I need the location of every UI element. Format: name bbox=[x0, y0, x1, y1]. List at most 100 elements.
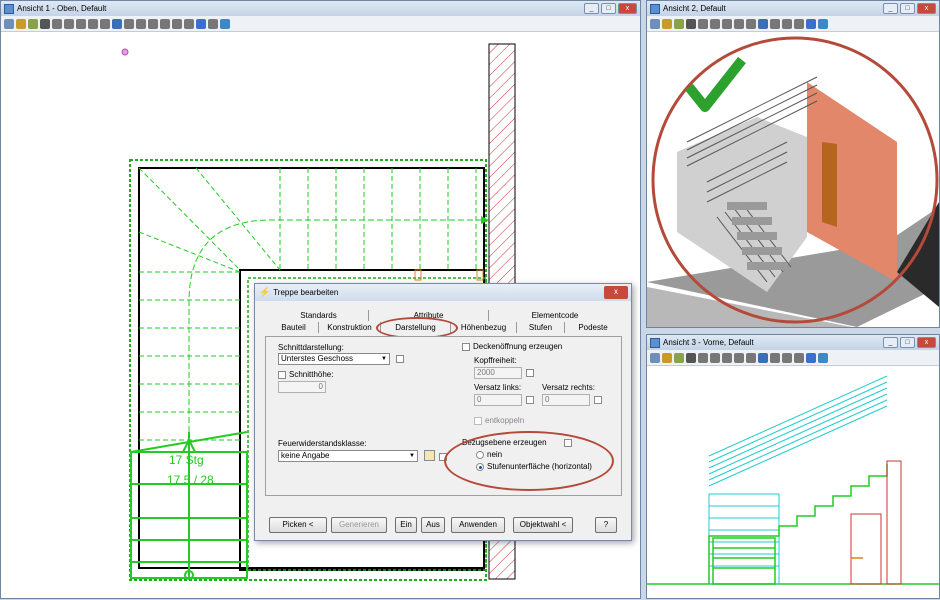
view-type-icon[interactable] bbox=[650, 18, 660, 29]
layer-icon[interactable] bbox=[806, 18, 816, 29]
layer-icon[interactable] bbox=[806, 352, 816, 363]
treppe-dialog: ⚡ Treppe bearbeiten x Standards Attribut… bbox=[254, 283, 632, 541]
hand-icon[interactable] bbox=[770, 18, 780, 29]
person-icon[interactable] bbox=[686, 352, 696, 363]
close-button[interactable]: x bbox=[618, 3, 637, 14]
schnitthoehe-checkbox[interactable] bbox=[278, 371, 286, 379]
zoom-in-icon[interactable] bbox=[698, 18, 708, 29]
close-button[interactable]: x bbox=[917, 337, 936, 348]
pan-icon[interactable] bbox=[746, 18, 756, 29]
versatz-links-lock-checkbox[interactable] bbox=[526, 396, 534, 404]
foot-icon[interactable] bbox=[782, 352, 792, 363]
tab-hoehenbezug[interactable]: Höhenbezug bbox=[451, 322, 517, 333]
brush-icon[interactable] bbox=[208, 18, 218, 29]
view2-titlebar[interactable]: Ansicht 2, Default _ □ x bbox=[647, 1, 939, 16]
orbit-icon[interactable] bbox=[758, 352, 768, 363]
render-icon[interactable] bbox=[16, 18, 26, 29]
settings-icon[interactable] bbox=[28, 18, 38, 29]
aus-button[interactable]: Aus bbox=[421, 517, 445, 533]
deckenoeffnung-checkbox[interactable] bbox=[462, 343, 470, 351]
view3-canvas[interactable] bbox=[647, 366, 939, 598]
dialog-close-button[interactable]: x bbox=[604, 286, 628, 299]
maximize-button[interactable]: □ bbox=[601, 3, 616, 14]
view-icon bbox=[650, 337, 660, 348]
print-icon[interactable] bbox=[172, 18, 182, 29]
zoom-in-icon[interactable] bbox=[698, 352, 708, 363]
zoom-out-icon[interactable] bbox=[710, 18, 720, 29]
orbit-icon[interactable] bbox=[112, 18, 122, 29]
schnittdarstellung-select[interactable]: Unterstes Geschoss ▼ bbox=[278, 353, 390, 365]
hand-icon[interactable] bbox=[770, 352, 780, 363]
tab-bauteil[interactable]: Bauteil bbox=[269, 322, 319, 333]
camera-icon[interactable] bbox=[794, 18, 804, 29]
view2-canvas[interactable] bbox=[647, 32, 939, 327]
kopffreiheit-input[interactable]: 2000 bbox=[474, 367, 522, 379]
orbit-icon[interactable] bbox=[758, 18, 768, 29]
zoom-window-icon[interactable] bbox=[722, 18, 732, 29]
anwenden-button[interactable]: Anwenden bbox=[451, 517, 505, 533]
section-icon[interactable] bbox=[160, 18, 170, 29]
hand-icon[interactable] bbox=[124, 18, 134, 29]
zoom-window-icon[interactable] bbox=[76, 18, 86, 29]
picken-button[interactable]: Picken < bbox=[269, 517, 327, 533]
filter-icon[interactable] bbox=[184, 18, 194, 29]
zoom-fit-icon[interactable] bbox=[734, 18, 744, 29]
zoom-fit-icon[interactable] bbox=[734, 352, 744, 363]
objektwahl-button[interactable]: Objektwahl < bbox=[513, 517, 573, 533]
schnitthoehe-input[interactable]: 0 bbox=[278, 381, 326, 393]
stair-icon: ⚡ bbox=[259, 287, 271, 297]
minimize-button[interactable]: _ bbox=[584, 3, 599, 14]
zoom-out-icon[interactable] bbox=[710, 352, 720, 363]
zoom-window-icon[interactable] bbox=[722, 352, 732, 363]
info-icon[interactable] bbox=[220, 18, 230, 29]
minimize-button[interactable]: _ bbox=[883, 337, 898, 348]
minimize-button[interactable]: _ bbox=[883, 3, 898, 14]
view-type-icon[interactable] bbox=[650, 352, 660, 363]
tab-konstruktion[interactable]: Konstruktion bbox=[319, 322, 381, 333]
tab-stufen[interactable]: Stufen bbox=[517, 322, 565, 333]
tab-podeste[interactable]: Podeste bbox=[565, 322, 621, 333]
step-dimension-text: 17,5 / 28 bbox=[167, 473, 214, 487]
zoom-in-icon[interactable] bbox=[52, 18, 62, 29]
entkoppeln-checkbox[interactable] bbox=[474, 417, 482, 425]
layer-icon[interactable] bbox=[196, 18, 206, 29]
person-icon[interactable] bbox=[686, 18, 696, 29]
pan-icon[interactable] bbox=[746, 352, 756, 363]
settings-icon[interactable] bbox=[674, 18, 684, 29]
info-icon[interactable] bbox=[818, 352, 828, 363]
tab-standards[interactable]: Standards bbox=[269, 310, 369, 321]
render-icon[interactable] bbox=[662, 18, 672, 29]
feuerwiderstand-select[interactable]: keine Angabe ▼ bbox=[278, 450, 418, 462]
render-icon[interactable] bbox=[662, 352, 672, 363]
help-button[interactable]: ? bbox=[595, 517, 617, 533]
foot-icon[interactable] bbox=[782, 18, 792, 29]
zoom-fit-icon[interactable] bbox=[88, 18, 98, 29]
maximize-button[interactable]: □ bbox=[900, 337, 915, 348]
versatz-links-input[interactable]: 0 bbox=[474, 394, 522, 406]
person-icon[interactable] bbox=[40, 18, 50, 29]
edit-pencil-icon[interactable] bbox=[424, 450, 435, 461]
view1-titlebar[interactable]: Ansicht 1 - Oben, Default _ □ x bbox=[1, 1, 640, 16]
kopffreiheit-lock-checkbox[interactable] bbox=[526, 369, 534, 377]
camera-icon[interactable] bbox=[794, 352, 804, 363]
versatz-rechts-input[interactable]: 0 bbox=[542, 394, 590, 406]
generieren-button[interactable]: Generieren bbox=[331, 517, 387, 533]
kopffreiheit-label: Kopffreiheit: bbox=[474, 356, 517, 365]
schnitt-lock-checkbox[interactable] bbox=[396, 355, 404, 363]
close-button[interactable]: x bbox=[917, 3, 936, 14]
dialog-titlebar[interactable]: ⚡ Treppe bearbeiten bbox=[255, 284, 631, 301]
foot-icon[interactable] bbox=[136, 18, 146, 29]
view3-titlebar[interactable]: Ansicht 3 - Vorne, Default _ □ x bbox=[647, 335, 939, 350]
info-icon[interactable] bbox=[818, 18, 828, 29]
tab-elementcode[interactable]: Elementcode bbox=[489, 310, 621, 321]
view-type-icon[interactable] bbox=[4, 18, 14, 29]
maximize-button[interactable]: □ bbox=[900, 3, 915, 14]
view1-title: Ansicht 1 - Oben, Default bbox=[17, 4, 107, 13]
camera-icon[interactable] bbox=[148, 18, 158, 29]
settings-icon[interactable] bbox=[674, 352, 684, 363]
zoom-out-icon[interactable] bbox=[64, 18, 74, 29]
pan-icon[interactable] bbox=[100, 18, 110, 29]
versatz-rechts-lock-checkbox[interactable] bbox=[594, 396, 602, 404]
ein-button[interactable]: Ein bbox=[395, 517, 417, 533]
entkoppeln-label: entkoppeln bbox=[485, 416, 525, 425]
